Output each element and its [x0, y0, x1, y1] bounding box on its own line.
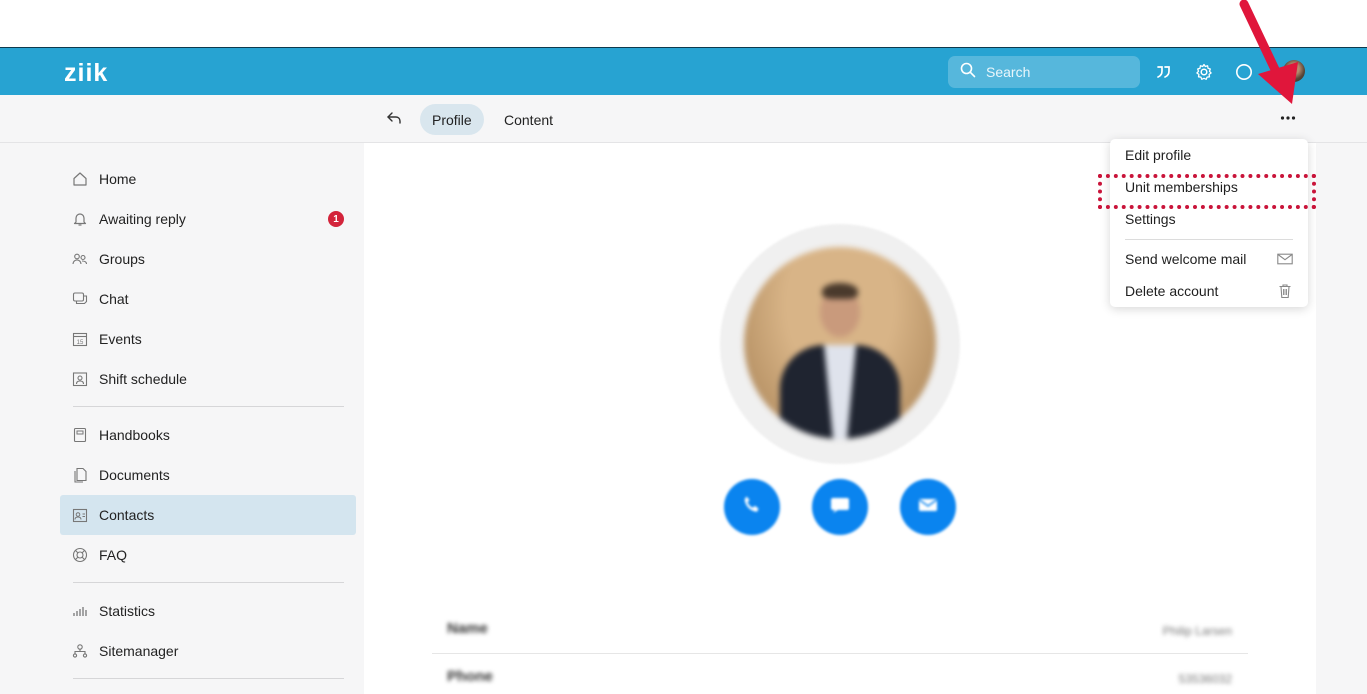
sidebar-item-awaiting-reply[interactable]: Awaiting reply 1 [60, 199, 356, 239]
gear-icon[interactable] [1193, 61, 1215, 83]
ziik-logo[interactable]: ziik [64, 59, 108, 88]
options-menu: Edit profile Unit memberships Settings S… [1110, 139, 1308, 307]
shift-icon [72, 371, 88, 387]
menu-item-delete-account[interactable]: Delete account [1125, 277, 1293, 305]
sidebar-item-contacts[interactable]: Contacts [60, 495, 356, 535]
contacts-icon [72, 507, 88, 523]
search-input[interactable] [986, 64, 1126, 80]
statistics-icon [72, 603, 88, 619]
sidebar-item-label: FAQ [99, 547, 128, 563]
sidebar-divider [73, 406, 344, 407]
chat-icon [72, 291, 88, 307]
groups-icon [72, 251, 88, 267]
sidebar: Home Awaiting reply 1 Groups Chat 15 Eve… [0, 143, 364, 694]
documents-icon [72, 467, 88, 483]
menu-item-label: Send welcome mail [1125, 251, 1247, 267]
tab-profile[interactable]: Profile [420, 104, 484, 135]
email-button[interactable] [900, 479, 956, 535]
sub-navigation: Profile Content [0, 95, 1367, 143]
sidebar-item-shift-schedule[interactable]: Shift schedule [60, 359, 356, 399]
sitemap-icon [72, 643, 88, 659]
sidebar-item-chat[interactable]: Chat [60, 279, 356, 319]
more-options-icon[interactable] [1275, 107, 1301, 129]
bell-icon [72, 211, 88, 227]
tab-content[interactable]: Content [492, 104, 565, 135]
sidebar-item-events[interactable]: 15 Events [60, 319, 356, 359]
sidebar-item-label: Awaiting reply [99, 211, 186, 227]
sidebar-item-groups[interactable]: Groups [60, 239, 356, 279]
svg-text:15: 15 [77, 340, 84, 346]
sidebar-divider [73, 678, 344, 679]
calendar-icon: 15 [72, 331, 88, 347]
mail-icon [916, 493, 940, 522]
field-divider [432, 653, 1248, 654]
top-bar: ziik [0, 47, 1367, 95]
sidebar-item-label: Home [99, 171, 137, 187]
search-box[interactable] [948, 56, 1140, 88]
sidebar-item-label: Handbooks [99, 427, 170, 443]
call-button[interactable] [724, 479, 780, 535]
quote-icon[interactable] [1153, 61, 1175, 83]
user-avatar[interactable] [1283, 60, 1305, 82]
phone-icon [740, 493, 764, 522]
right-gutter [1316, 143, 1367, 694]
sidebar-item-handbooks[interactable]: Handbooks [60, 415, 356, 455]
chat-button[interactable] [812, 479, 868, 535]
sidebar-item-label: Statistics [99, 603, 156, 619]
notification-badge: 1 [328, 211, 344, 227]
back-arrow-icon[interactable] [383, 107, 405, 129]
menu-item-edit-profile[interactable]: Edit profile [1125, 141, 1293, 169]
trash-icon [1277, 283, 1293, 299]
sidebar-item-label: Documents [99, 467, 170, 483]
name-value: Philip Larsen [1162, 624, 1232, 638]
sidebar-item-label: Sitemanager [99, 643, 179, 659]
menu-item-settings[interactable]: Settings [1125, 205, 1293, 233]
sidebar-item-label: Events [99, 331, 142, 347]
sidebar-item-sitemanager[interactable]: Sitemanager [60, 631, 356, 671]
chat-icon [828, 493, 852, 522]
sidebar-item-faq[interactable]: FAQ [60, 535, 356, 575]
mail-icon [1277, 251, 1293, 267]
home-icon [72, 171, 88, 187]
sidebar-item-documents[interactable]: Documents [60, 455, 356, 495]
sidebar-divider [73, 582, 344, 583]
sidebar-item-home[interactable]: Home [60, 159, 356, 199]
menu-item-unit-memberships[interactable]: Unit memberships [1125, 173, 1293, 201]
menu-item-send-welcome-mail[interactable]: Send welcome mail [1125, 245, 1293, 273]
menu-divider [1125, 239, 1293, 240]
sidebar-item-label: Shift schedule [99, 371, 187, 387]
name-label: Name [447, 620, 488, 637]
phone-value: 53536032 [1178, 672, 1232, 686]
menu-item-label: Delete account [1125, 283, 1219, 299]
sidebar-item-statistics[interactable]: Statistics [60, 591, 356, 631]
sidebar-item-label: Chat [99, 291, 129, 307]
help-icon[interactable] [1233, 61, 1255, 83]
sidebar-item-label: Contacts [99, 507, 155, 523]
phone-label: Phone [447, 668, 493, 685]
sidebar-item-label: Groups [99, 251, 145, 267]
book-icon [72, 427, 88, 443]
lifebuoy-icon [72, 547, 88, 563]
profile-photo [744, 247, 936, 439]
search-icon [960, 62, 976, 83]
